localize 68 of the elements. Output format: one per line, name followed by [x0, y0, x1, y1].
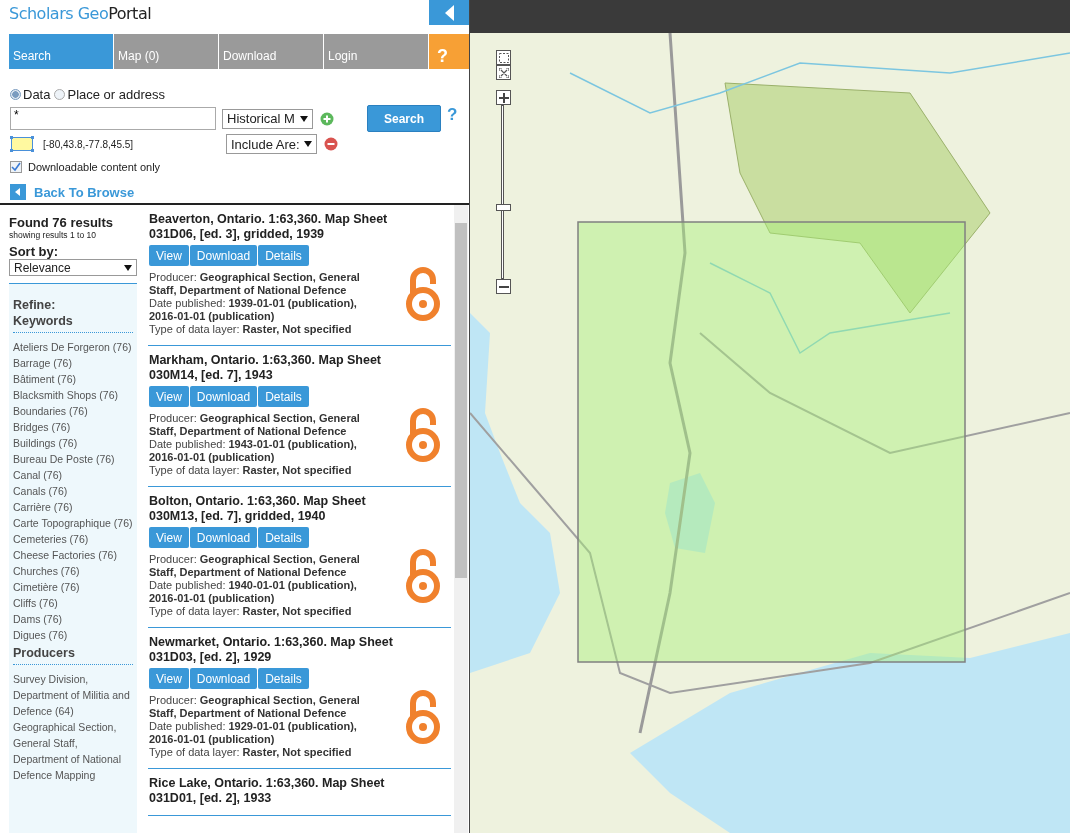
- facet-link[interactable]: Barrage (76): [13, 355, 133, 371]
- zoom-slider[interactable]: [496, 105, 511, 279]
- result-title[interactable]: Markham, Ontario. 1:63,360. Map Sheet 030M14, [ed. 7], 1943: [149, 353, 414, 383]
- results-range: showing results 1 to 10: [9, 230, 97, 240]
- producer-text: Producer: Geographical Section, General Staff, Department of National Defence: [149, 271, 361, 297]
- search-mode-radio[interactable]: Place or address: [54, 87, 166, 102]
- facet-link[interactable]: Bridges (76): [13, 419, 133, 435]
- facet-heading: Producers: [13, 644, 133, 665]
- layer-type-text: Type of data layer: Raster, Not specified: [149, 464, 353, 477]
- collapse-panel-button[interactable]: [429, 0, 469, 25]
- sort-label: Sort by:: [9, 244, 60, 259]
- facet-link[interactable]: Cliffs (76): [13, 595, 133, 611]
- results-count: Found 76 results: [9, 215, 115, 230]
- producer-text: Producer: Geographical Section, General Staff, Department of National Defence: [149, 553, 361, 579]
- facet-heading: Keywords: [13, 312, 133, 333]
- facet-link[interactable]: Carrière (76): [13, 499, 133, 515]
- caret-icon: [300, 115, 308, 122]
- layer-type-select[interactable]: Historical M: [222, 108, 313, 129]
- facet-link[interactable]: Carte Topographique (76): [13, 515, 133, 531]
- result-title[interactable]: Rice Lake, Ontario. 1:63,360. Map Sheet 031D01, [ed. 2], 1933: [149, 776, 414, 806]
- search-field[interactable]: *: [10, 107, 216, 130]
- site-logo[interactable]: Scholars GeoPortal: [9, 0, 152, 23]
- producer-text: Producer: Geographical Section, General Staff, Department of National Defence: [149, 412, 361, 438]
- result-title[interactable]: Bolton, Ontario. 1:63,360. Map Sheet 030M13, [ed. 7], gridded, 1940: [149, 494, 414, 524]
- facet-link[interactable]: Cimetière (76): [13, 579, 133, 595]
- zoom-out-button[interactable]: [496, 279, 511, 294]
- facet-link[interactable]: Dams (76): [13, 611, 133, 627]
- layer-type-text: Type of data layer: Raster, Not specified: [149, 605, 353, 618]
- date-text: Date published: 1929-01-01 (publication), 2016-01-01 (publication): [149, 720, 358, 746]
- facet-link[interactable]: Canal (76): [13, 467, 133, 483]
- facet-link[interactable]: Boundaries (76): [13, 403, 133, 419]
- date-text: Date published: 1943-01-01 (publication), 2016-01-01 (publication): [149, 438, 358, 464]
- layer-type-text: Type of data layer: Raster, Not specified: [149, 746, 353, 759]
- facet-link[interactable]: Blacksmith Shops (76): [13, 387, 133, 403]
- date-text: Date published: 1940-01-01 (publication), 2016-01-01 (publication): [149, 579, 358, 605]
- caret-icon: [124, 264, 132, 271]
- zoom-in-button[interactable]: [496, 90, 511, 105]
- facet-link[interactable]: Cheese Factories (76): [13, 547, 133, 563]
- bounding-box-text: [-80,43.8,-77.8,45.5]: [43, 138, 135, 150]
- date-text: Date published: 1939-01-01 (publication), 2016-01-01 (publication): [149, 297, 358, 323]
- facet-link[interactable]: Ateliers De Forgeron (76): [13, 339, 133, 355]
- result-title[interactable]: Beaverton, Ontario. 1:63,360. Map Sheet 031D06, [ed. 3], gridded, 1939: [149, 212, 414, 242]
- facet-link[interactable]: Buildings (76): [13, 435, 133, 451]
- facet-link[interactable]: Geographical Section, General Staff, Department of National Defence Mapping: [13, 719, 133, 783]
- facet-link[interactable]: Bâtiment (76): [13, 371, 133, 387]
- area-rectangle-icon[interactable]: [10, 136, 34, 152]
- facet-link[interactable]: Cemeteries (76): [13, 531, 133, 547]
- chevron-left-icon: [443, 3, 455, 22]
- facet-link[interactable]: Churches (76): [13, 563, 133, 579]
- full-extent-button[interactable]: [496, 65, 511, 80]
- facet-link[interactable]: Survey Division, Department of Militia and Defence (64): [13, 671, 133, 719]
- box-zoom-button[interactable]: [496, 50, 511, 65]
- checkbox-label[interactable]: Downloadable content only: [28, 161, 161, 173]
- add-icon[interactable]: [320, 111, 334, 126]
- downloadable-checkbox[interactable]: [10, 161, 22, 173]
- area-mode-select[interactable]: Include Are:: [226, 134, 317, 154]
- facet-link[interactable]: Bureau De Poste (76): [13, 451, 133, 467]
- facet-link[interactable]: Digues (76): [13, 627, 133, 643]
- facet-link[interactable]: Canals (76): [13, 483, 133, 499]
- layer-type-text: Type of data layer: Raster, Not specified: [149, 323, 353, 336]
- scrollbar[interactable]: [454, 205, 468, 833]
- search-mode-radio[interactable]: Data: [10, 87, 51, 102]
- result-title[interactable]: Newmarket, Ontario. 1:63,360. Map Sheet 031D03, [ed. 2], 1929: [149, 635, 414, 665]
- producer-text: Producer: Geographical Section, General Staff, Department of National Defence: [149, 694, 361, 720]
- refine-heading: Refine:: [13, 298, 57, 312]
- sort-select[interactable]: Relevance: [9, 259, 137, 276]
- caret-icon: [304, 141, 312, 147]
- remove-icon[interactable]: [324, 137, 338, 151]
